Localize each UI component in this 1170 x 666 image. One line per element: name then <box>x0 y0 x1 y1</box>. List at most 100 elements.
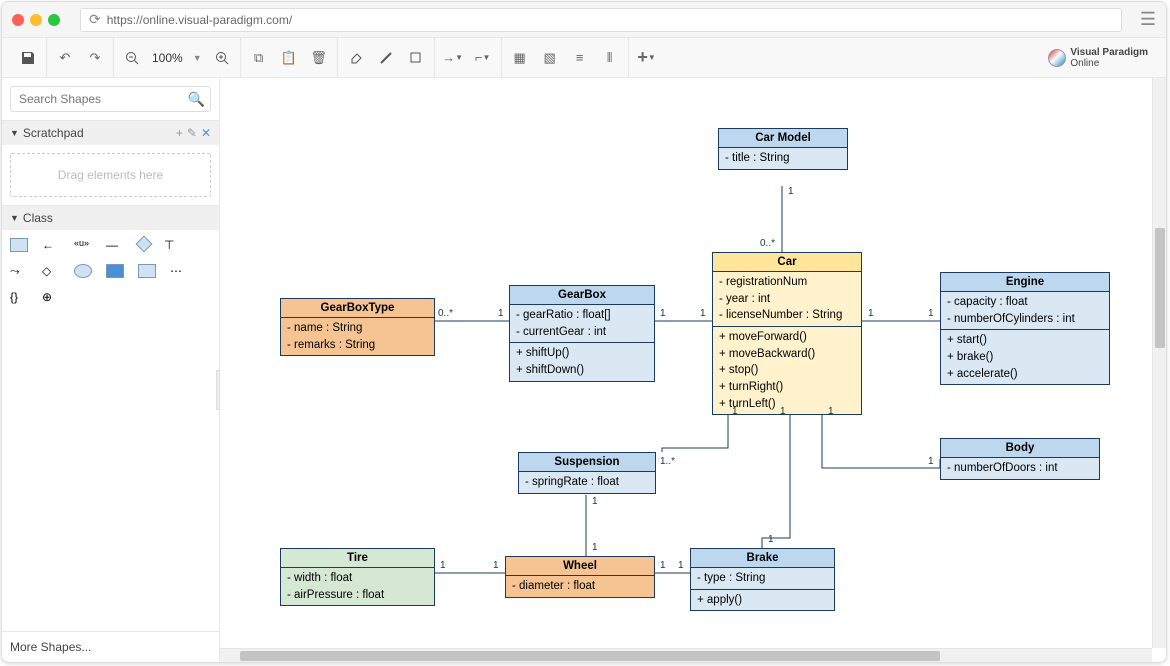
class-attributes: - numberOfDoors : int <box>941 458 1099 479</box>
horizontal-scrollbar[interactable] <box>220 648 1152 662</box>
shadow-button[interactable] <box>406 48 426 68</box>
brand-logo: Visual Paradigm Online <box>1048 47 1158 69</box>
multiplicity: 1 <box>440 560 446 571</box>
class-title: Wheel <box>506 557 654 576</box>
zoom-in-button[interactable] <box>212 48 232 68</box>
palette-shape[interactable]: ⊕ <box>42 290 60 304</box>
url-bar[interactable]: ⟳ https://online.visual-paradigm.com/ <box>80 8 1122 32</box>
brand-line2: Online <box>1070 58 1148 69</box>
class-tire[interactable]: Tire - width : float - airPressure : flo… <box>280 548 435 606</box>
palette-shape[interactable]: {} <box>10 290 28 304</box>
multiplicity: 0..* <box>438 308 453 319</box>
class-car-model[interactable]: Car Model - title : String <box>718 128 848 170</box>
class-wheel[interactable]: Wheel - diameter : float <box>505 556 655 598</box>
zoom-level[interactable]: 100% <box>152 51 183 65</box>
toolbar: ↶ ↷ 100% ▼ ⧉ 📋 🗑 <box>2 38 1166 78</box>
palette-shape[interactable]: ⋯ <box>170 264 188 278</box>
more-shapes-link[interactable]: More Shapes... <box>2 631 219 662</box>
palette-shape[interactable]: — <box>106 238 124 252</box>
palette-shape[interactable]: ← <box>42 238 60 252</box>
delete-button[interactable]: 🗑 <box>309 48 329 68</box>
vertical-scrollbar[interactable] <box>1152 78 1166 648</box>
class-attributes: - springRate : float <box>519 472 655 493</box>
class-attributes: - capacity : float - numberOfCylinders :… <box>941 292 1109 330</box>
class-attributes: - name : String - remarks : String <box>281 318 434 355</box>
canvas-viewport[interactable]: Car Model - title : String GearBoxType -… <box>220 78 1166 662</box>
palette-shape[interactable] <box>138 264 156 278</box>
copy-button[interactable]: ⧉ <box>249 48 269 68</box>
paste-button[interactable]: 📋 <box>279 48 299 68</box>
class-gearbox[interactable]: GearBox - gearRatio : float[] - currentG… <box>509 285 655 382</box>
class-engine[interactable]: Engine - capacity : float - numberOfCyli… <box>940 272 1110 385</box>
class-suspension[interactable]: Suspension - springRate : float <box>518 452 656 494</box>
scratchpad-add-icon[interactable]: + <box>176 126 183 140</box>
multiplicity: 1 <box>660 308 666 319</box>
class-title: Tire <box>281 549 434 568</box>
scratchpad-close-icon[interactable]: ✕ <box>201 126 211 140</box>
class-attributes: - type : String <box>691 568 834 590</box>
palette-shape[interactable] <box>136 236 153 253</box>
scratchpad-edit-icon[interactable]: ✎ <box>187 126 197 140</box>
class-body[interactable]: Body - numberOfDoors : int <box>940 438 1100 480</box>
palette-shape[interactable]: ⤳ <box>10 264 28 278</box>
undo-button[interactable]: ↶ <box>55 48 75 68</box>
align-button[interactable]: ≡ <box>570 48 590 68</box>
reload-icon[interactable]: ⟳ <box>89 11 101 28</box>
class-brake[interactable]: Brake - type : String + apply() <box>690 548 835 611</box>
diagram-canvas[interactable]: Car Model - title : String GearBoxType -… <box>220 78 1166 662</box>
redo-button[interactable]: ↷ <box>85 48 105 68</box>
distribute-button[interactable]: ⫴ <box>600 48 620 68</box>
search-input[interactable] <box>10 86 211 112</box>
class-operations: + shiftUp() + shiftDown() <box>510 343 654 380</box>
to-back-button[interactable]: ▧ <box>540 48 560 68</box>
scratchpad-label: Scratchpad <box>23 126 84 140</box>
multiplicity: 1 <box>928 456 934 467</box>
window-close-button[interactable] <box>12 14 24 26</box>
palette-shape[interactable]: ◇ <box>42 264 60 278</box>
app-window: ⟳ https://online.visual-paradigm.com/ ☰ … <box>1 1 1167 663</box>
multiplicity: 1..* <box>660 456 675 467</box>
menu-icon[interactable]: ☰ <box>1140 9 1156 30</box>
multiplicity: 1 <box>493 560 499 571</box>
multiplicity: 1 <box>780 406 786 417</box>
class-gearbox-type[interactable]: GearBoxType - name : String - remarks : … <box>280 298 435 356</box>
to-front-button[interactable]: ▦ <box>510 48 530 68</box>
main-area: 🔍 ▼ Scratchpad + ✎ ✕ Drag elements here … <box>2 78 1166 662</box>
multiplicity: 1 <box>678 560 684 571</box>
palette-shape[interactable] <box>74 264 92 278</box>
class-attributes: - registrationNum - year : int - license… <box>713 272 861 327</box>
class-car[interactable]: Car - registrationNum - year : int - lic… <box>712 252 862 415</box>
scratchpad-dropzone[interactable]: Drag elements here <box>10 153 211 197</box>
fill-color-button[interactable] <box>346 48 366 68</box>
search-icon[interactable]: 🔍 <box>188 91 205 108</box>
class-palette-header[interactable]: ▼ Class <box>2 206 219 230</box>
palette-shape[interactable] <box>106 264 124 278</box>
scratchpad-header[interactable]: ▼ Scratchpad + ✎ ✕ <box>2 121 219 145</box>
save-button[interactable] <box>18 48 38 68</box>
class-attributes: - width : float - airPressure : float <box>281 568 434 605</box>
class-title: Engine <box>941 273 1109 292</box>
class-title: Car Model <box>719 129 847 148</box>
zoom-out-button[interactable] <box>122 48 142 68</box>
class-attributes: - diameter : float <box>506 576 654 597</box>
class-operations: + apply() <box>691 590 834 611</box>
palette-shape[interactable]: ⊤ <box>164 238 182 252</box>
url-text: https://online.visual-paradigm.com/ <box>107 13 292 27</box>
multiplicity: 0..* <box>760 238 775 249</box>
brand-line1: Visual Paradigm <box>1070 47 1148 58</box>
zoom-dropdown-icon[interactable]: ▼ <box>193 53 202 63</box>
waypoint-style-button[interactable]: ⌐▼ <box>473 48 493 68</box>
window-zoom-button[interactable] <box>48 14 60 26</box>
brand-icon <box>1048 49 1066 67</box>
palette-shape[interactable] <box>10 238 28 252</box>
connection-style-button[interactable]: →▼ <box>443 48 463 68</box>
add-button[interactable]: +▼ <box>637 48 657 68</box>
scrollbar-thumb[interactable] <box>1155 228 1165 348</box>
class-attributes: - gearRatio : float[] - currentGear : in… <box>510 305 654 343</box>
line-color-button[interactable] <box>376 48 396 68</box>
window-minimize-button[interactable] <box>30 14 42 26</box>
multiplicity: 1 <box>660 560 666 571</box>
scrollbar-thumb[interactable] <box>240 651 940 661</box>
palette-shape[interactable]: «u» <box>74 238 92 252</box>
class-title: Suspension <box>519 453 655 472</box>
